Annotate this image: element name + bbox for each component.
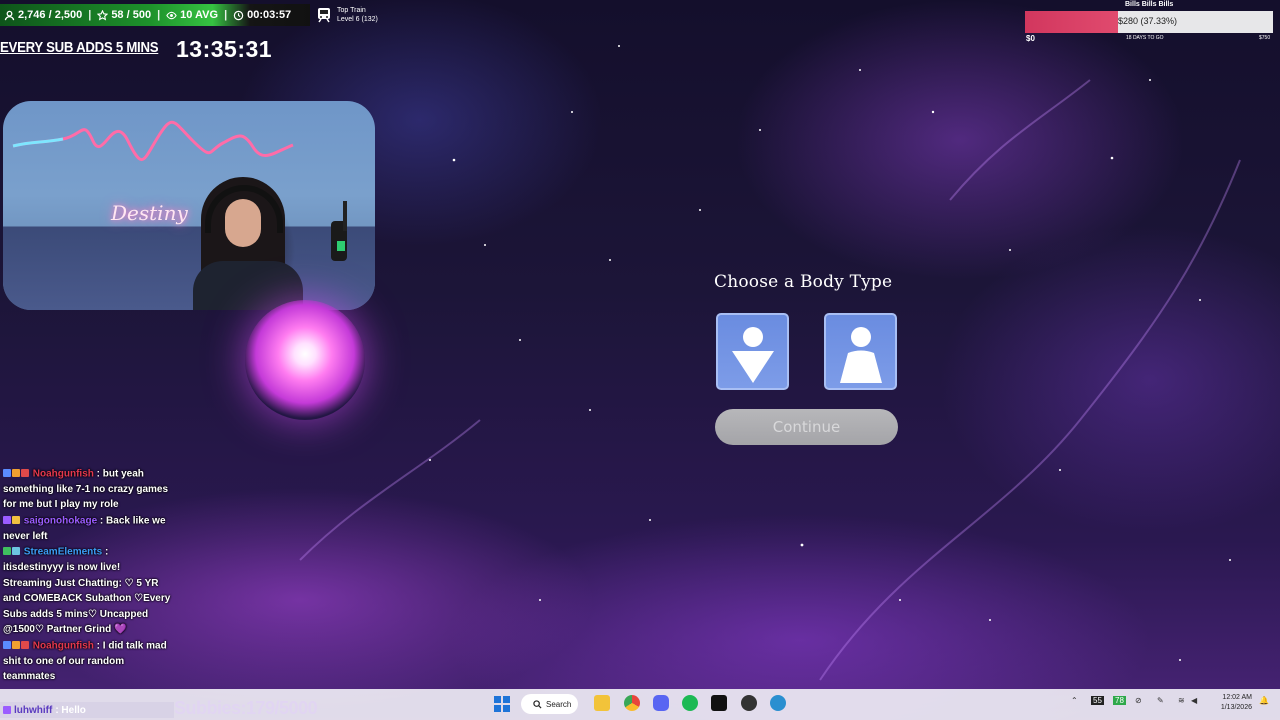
star-icon bbox=[97, 9, 109, 20]
subathon-banner: EVERY SUB ADDS 5 MINS bbox=[0, 39, 159, 56]
chat-username: StreamElements bbox=[23, 546, 103, 558]
body-type-b-button[interactable] bbox=[824, 313, 897, 390]
chevron-up-icon[interactable]: ⌃ bbox=[1071, 696, 1078, 705]
purple-heart-icon: 💜 bbox=[113, 624, 127, 636]
neon-name-sign: Destiny bbox=[111, 201, 188, 225]
subathon-timer: 13:35:31 bbox=[176, 36, 273, 62]
stream-stats-bar: 2,746 / 2,500 | 58 / 500 | 10 AVG | 00:0… bbox=[0, 4, 310, 26]
follower-stat: 2,746 / 2,500 bbox=[4, 9, 82, 21]
body-type-b-icon bbox=[840, 327, 882, 383]
viewer-stat: 10 AVG bbox=[166, 9, 218, 21]
discord-icon[interactable] bbox=[653, 695, 669, 711]
notification-bell-icon[interactable]: 🔔 bbox=[1259, 696, 1269, 705]
continue-button[interactable]: Continue bbox=[715, 409, 898, 445]
user-badges bbox=[3, 544, 21, 560]
eye-icon bbox=[166, 11, 177, 19]
chat-message: Noahgunfish : but yeah something like 7-… bbox=[0, 466, 174, 513]
tray-badge[interactable]: 55 bbox=[1091, 696, 1104, 705]
body-type-a-button[interactable] bbox=[716, 313, 789, 390]
goal-value: $280 (37.33%) bbox=[1118, 16, 1178, 26]
obs-icon[interactable] bbox=[741, 695, 757, 711]
chat-text: : itisdestinyyy is now live! Streaming J… bbox=[3, 546, 171, 636]
pen-icon[interactable]: ✎ bbox=[1157, 696, 1164, 705]
divider: | bbox=[224, 9, 228, 21]
goal-progress-fill bbox=[1025, 11, 1118, 33]
webcam-feed: Destiny bbox=[3, 101, 375, 310]
viewer-count: 10 AVG bbox=[180, 9, 219, 21]
user-badges bbox=[3, 466, 30, 482]
user-badges bbox=[3, 513, 21, 529]
chat-username: Noahgunfish bbox=[32, 468, 94, 480]
chat-username: luhwhiff bbox=[14, 704, 53, 716]
user-badges bbox=[3, 638, 30, 654]
start-icon[interactable] bbox=[494, 696, 510, 712]
chat-message: Noahgunfish : I did talk mad shit to one… bbox=[0, 638, 174, 685]
clock-date: 1/13/2026 bbox=[1220, 704, 1252, 711]
goal-title: Bills Bills Bills bbox=[1125, 1, 1174, 8]
elapsed-stat: 00:03:57 bbox=[233, 9, 291, 21]
app-p-icon[interactable] bbox=[770, 695, 786, 711]
goal-min: $0 bbox=[1026, 34, 1035, 43]
sub-count: 58 / 500 bbox=[111, 9, 152, 21]
chat-username: Noahgunfish bbox=[32, 640, 94, 652]
train-level: Level 6 (132) bbox=[337, 16, 378, 23]
tray-badge-green[interactable]: 78 bbox=[1113, 696, 1126, 705]
divider: | bbox=[88, 9, 92, 21]
chat-text: : Hello bbox=[55, 704, 86, 716]
divider: | bbox=[157, 9, 161, 21]
chat-message: saigonohokage : Back like we never left bbox=[0, 513, 174, 544]
spotify-icon[interactable] bbox=[682, 695, 698, 711]
search-icon bbox=[533, 699, 542, 709]
chrome-icon[interactable] bbox=[624, 695, 640, 711]
glowing-orb bbox=[245, 300, 365, 420]
taskbar-clock[interactable]: 12:02 AM 1/13/2026 bbox=[1212, 693, 1252, 713]
chat-message-latest: luhwhiff : Hello bbox=[0, 702, 174, 718]
train-icon bbox=[318, 8, 330, 23]
subbies-counter: Subbies:179/5000 bbox=[174, 698, 318, 718]
follower-count: 2,746 / 2,500 bbox=[18, 9, 83, 21]
sub-stat: 58 / 500 bbox=[97, 9, 151, 21]
user-badge bbox=[3, 706, 11, 714]
body-type-a-icon bbox=[732, 327, 774, 383]
goal-progress-bar: $280 (37.33%) bbox=[1025, 11, 1273, 33]
neon-sign bbox=[12, 120, 294, 162]
search-label: Search bbox=[546, 699, 572, 709]
goal-max: $750 bbox=[1259, 35, 1271, 41]
user-icon bbox=[4, 10, 15, 20]
elapsed-time: 00:03:57 bbox=[247, 9, 292, 21]
train-label: Top Train bbox=[337, 7, 366, 14]
clock-icon bbox=[233, 10, 244, 20]
taskbar-search[interactable]: Search bbox=[521, 694, 578, 714]
app-m-icon[interactable] bbox=[711, 695, 727, 711]
choose-body-type-title: Choose a Body Type bbox=[714, 272, 893, 292]
hype-train: Top Train Level 6 (132) bbox=[316, 6, 378, 24]
chat-message: StreamElements : itisdestinyyy is now li… bbox=[0, 544, 174, 637]
wifi-icon[interactable]: ≋ bbox=[1178, 696, 1185, 705]
microphone bbox=[331, 201, 347, 261]
goal-days-left: 18 DAYS TO GO bbox=[1126, 35, 1164, 41]
clock-time: 12:02 AM bbox=[1222, 694, 1252, 701]
chat-username: saigonohokage bbox=[23, 515, 98, 527]
chat-overlay: Noahgunfish : but yeah something like 7-… bbox=[0, 466, 174, 702]
file-explorer-icon[interactable] bbox=[594, 695, 610, 711]
mute-icon[interactable]: ⊘ bbox=[1135, 696, 1142, 705]
volume-icon[interactable]: ◀ bbox=[1191, 696, 1197, 705]
